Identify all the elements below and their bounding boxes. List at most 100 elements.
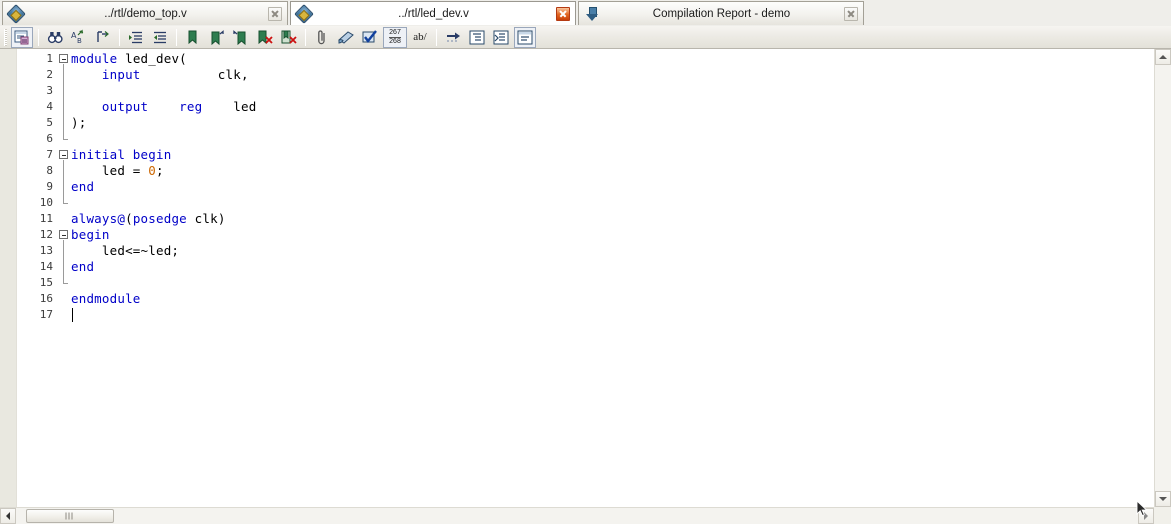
scroll-down-arrow[interactable]	[1155, 491, 1171, 507]
scroll-right-arrow[interactable]	[1138, 508, 1154, 524]
editor-toolbar: A B 267 268 ab/	[0, 26, 1171, 49]
bookmark-prev-icon	[233, 29, 246, 45]
code-line[interactable]: always@(posedge clk)	[71, 211, 226, 227]
bookmark-clear-button[interactable]	[254, 27, 276, 48]
tab-demo-top-v[interactable]: ../rtl/demo_top.v	[2, 1, 288, 25]
word-wrap-button[interactable]: ab/	[409, 27, 431, 48]
code-token: led =	[71, 163, 149, 178]
toolbar-grip[interactable]	[4, 28, 7, 46]
code-token: );	[71, 115, 87, 130]
collapse-all-button[interactable]	[466, 27, 488, 48]
code-token: 0	[148, 163, 156, 178]
increase-indent-button[interactable]	[125, 27, 147, 48]
goto-declaration-button[interactable]	[442, 27, 464, 48]
horizontal-scrollbar-thumb[interactable]	[26, 509, 114, 523]
replace-button[interactable]: A B	[68, 27, 90, 48]
code-token: ;	[156, 163, 164, 178]
fold-collapse-icon[interactable]	[59, 230, 68, 239]
tab-label: ../rtl/led_dev.v	[398, 7, 469, 20]
goto-line-button[interactable]	[92, 27, 114, 48]
code-token: module	[71, 51, 126, 66]
scroll-left-arrow[interactable]	[0, 508, 16, 524]
bookmark-toggle-button[interactable]	[182, 27, 204, 48]
expand-all-icon	[493, 30, 509, 44]
fold-collapse-icon[interactable]	[59, 54, 68, 63]
tab-close-icon[interactable]	[268, 6, 282, 21]
code-token: endmodule	[71, 291, 141, 306]
scrollbar-corner	[1154, 507, 1171, 524]
find-button[interactable]	[44, 27, 66, 48]
line-number: 15	[39, 276, 53, 289]
code-token: (	[125, 211, 133, 226]
chevron-right-icon	[1144, 512, 1148, 520]
collapse-all-icon	[469, 30, 485, 44]
bookmark-margin[interactable]	[0, 49, 17, 507]
decrease-indent-button[interactable]	[149, 27, 171, 48]
code-text-area[interactable]: module led_dev( input clk, output reg le…	[71, 49, 1153, 507]
bookmark-clear-all-button[interactable]	[278, 27, 300, 48]
editor-tab-bar: ../rtl/demo_top.v ../rtl/led_dev.v Compi…	[0, 0, 1171, 26]
expand-all-button[interactable]	[490, 27, 512, 48]
attach-icon	[318, 29, 325, 44]
insert-template-button[interactable]	[11, 26, 33, 48]
line-numbers-button[interactable]: 267 268	[383, 26, 407, 48]
verilog-file-icon	[6, 3, 26, 24]
line-number: 17	[39, 308, 53, 321]
code-token: clk)	[186, 211, 226, 226]
scroll-up-arrow[interactable]	[1155, 49, 1171, 65]
code-line[interactable]: );	[71, 115, 86, 131]
goto-arrow-icon	[447, 32, 460, 42]
code-line[interactable]: output reg led	[71, 99, 256, 115]
word-wrap-icon: ab/	[413, 31, 427, 43]
check-icon	[362, 29, 377, 43]
fold-guide-line	[63, 64, 64, 139]
horizontal-scrollbar[interactable]	[0, 507, 1171, 524]
code-line[interactable]: input clk,	[71, 67, 249, 83]
line-number: 14	[39, 260, 53, 273]
code-line[interactable]: led = 0;	[71, 163, 164, 179]
toolbar-separator	[119, 28, 120, 46]
tab-led-dev-v[interactable]: ../rtl/led_dev.v	[290, 1, 576, 25]
insert-comment-button[interactable]	[335, 27, 357, 48]
bookmark-prev-button[interactable]	[230, 27, 252, 48]
insert-template-icon	[14, 30, 29, 44]
code-line[interactable]: led<=~led;	[71, 243, 179, 259]
decrease-indent-icon	[154, 31, 166, 43]
line-number: 2	[46, 68, 53, 81]
tab-label: Compilation Report - demo	[652, 7, 791, 20]
check-syntax-button[interactable]	[359, 27, 381, 48]
find-icon	[47, 31, 63, 43]
code-line[interactable]: begin	[71, 227, 110, 243]
show-all-button[interactable]	[514, 26, 536, 48]
code-line[interactable]: module led_dev(	[71, 51, 187, 67]
bookmark-next-button[interactable]	[206, 27, 228, 48]
goto-line-icon	[97, 30, 109, 42]
tab-close-icon[interactable]	[556, 6, 570, 21]
code-line[interactable]: end	[71, 259, 94, 275]
code-line[interactable]: endmodule	[71, 291, 141, 307]
verilog-file-icon	[294, 3, 314, 24]
toolbar-separator	[305, 28, 306, 46]
code-token: led_dev(	[125, 51, 187, 66]
code-line[interactable]: initial begin	[71, 147, 171, 163]
line-number: 10	[39, 196, 53, 209]
code-line[interactable]: end	[71, 179, 94, 195]
fold-end-marker	[63, 203, 68, 204]
fold-end-marker	[63, 283, 68, 284]
fold-collapse-icon[interactable]	[59, 150, 68, 159]
tab-compilation-report-demo[interactable]: Compilation Report - demo	[578, 1, 864, 25]
tab-label: ../rtl/demo_top.v	[104, 7, 187, 20]
tab-close-icon[interactable]	[844, 6, 858, 21]
bookmark-clear-all-icon	[281, 30, 297, 44]
code-token: always@	[71, 211, 126, 226]
code-editor[interactable]: 1 2 3 4 5 6 7 8 9 10 11 12 13 14 15 16 17 module led_dev…	[0, 49, 1171, 507]
code-token: initial begin	[71, 147, 172, 162]
code-token: clk,	[140, 67, 249, 82]
code-folding-margin[interactable]	[57, 49, 71, 507]
line-number: 3	[46, 84, 53, 97]
vertical-scrollbar[interactable]	[1154, 49, 1171, 507]
code-token: led	[202, 99, 257, 114]
attach-button[interactable]	[311, 27, 333, 48]
